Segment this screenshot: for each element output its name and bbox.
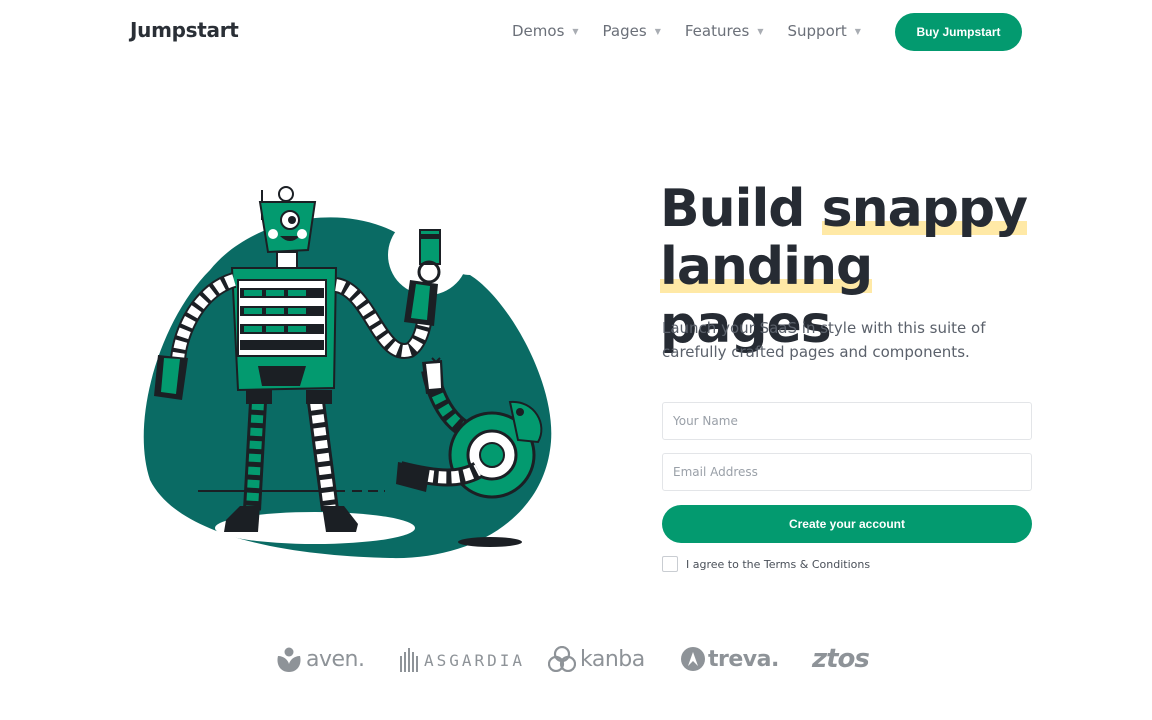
logo-treva: treva. <box>680 646 779 672</box>
terms-label: I agree to the Terms & Conditions <box>686 557 871 571</box>
chevron-down-icon: ▼ <box>757 26 764 36</box>
title-text: Build <box>660 179 822 239</box>
nav-item-label: Demos <box>512 22 565 40</box>
logo-text: ztos <box>812 644 870 674</box>
logo-kanba: kanba <box>548 646 645 672</box>
logo-text: treva. <box>708 646 779 672</box>
terms-checkbox[interactable] <box>662 556 678 572</box>
navbar: Jumpstart Demos ▼ Pages ▼ Features ▼ Sup… <box>0 0 1152 64</box>
nav-item-support[interactable]: Support ▼ <box>788 22 861 40</box>
nav-item-label: Pages <box>602 22 647 40</box>
title-highlight: landing <box>660 237 873 297</box>
client-logos: aven. ASGARDIA kanba treva. ztos <box>276 640 876 684</box>
create-account-button[interactable]: Create your account <box>662 505 1032 543</box>
nav-item-label: Support <box>787 22 847 40</box>
chevron-down-icon: ▼ <box>572 26 579 36</box>
hero-illustration <box>140 180 560 570</box>
main-nav: Demos ▼ Pages ▼ Features ▼ Support ▼ <box>512 22 861 40</box>
kanba-icon <box>548 646 576 672</box>
asgardia-icon <box>400 648 418 672</box>
chevron-down-icon: ▼ <box>654 26 661 36</box>
nav-item-pages[interactable]: Pages ▼ <box>603 22 661 40</box>
name-field[interactable] <box>662 402 1032 440</box>
nav-item-label: Features <box>684 22 750 40</box>
treva-icon <box>681 647 705 671</box>
logo-ztos: ztos <box>812 644 870 674</box>
logo-text: ASGARDIA <box>424 650 526 670</box>
aven-icon <box>277 647 301 672</box>
nav-item-demos[interactable]: Demos ▼ <box>512 22 579 40</box>
email-field[interactable] <box>662 453 1032 491</box>
terms-agreement: I agree to the Terms & Conditions <box>662 556 870 572</box>
chevron-down-icon: ▼ <box>854 26 861 36</box>
hero-subtitle: Launch your SaaS in style with this suit… <box>662 319 986 361</box>
buy-jumpstart-button[interactable]: Buy Jumpstart <box>895 13 1022 51</box>
logo-aven: aven. <box>276 646 365 672</box>
robots-illustration <box>143 186 552 559</box>
title-highlight: snappy <box>821 179 1028 239</box>
nav-item-features[interactable]: Features ▼ <box>685 22 764 40</box>
brand-logo[interactable]: Jumpstart <box>130 18 239 42</box>
logo-text: aven. <box>306 646 365 672</box>
logo-asgardia: ASGARDIA <box>400 648 525 672</box>
logo-text: kanba <box>580 646 645 672</box>
